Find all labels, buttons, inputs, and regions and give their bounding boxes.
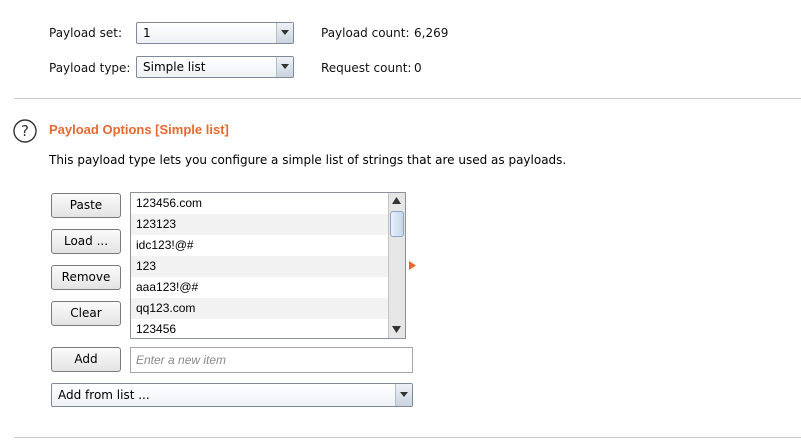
list-item[interactable]: aaa123!@# [131, 277, 388, 298]
paste-button[interactable]: Paste [51, 193, 121, 218]
section-divider [14, 98, 801, 99]
new-item-input[interactable] [131, 348, 412, 372]
payload-type-select[interactable]: Simple list [136, 56, 294, 78]
add-from-list-label: Add from list ... [58, 388, 150, 402]
add-button[interactable]: Add [51, 347, 121, 372]
svg-text:?: ? [21, 122, 29, 140]
list-item[interactable]: 123 [131, 256, 388, 277]
add-from-list-select[interactable]: Add from list ... [51, 383, 413, 407]
clear-button[interactable]: Clear [51, 301, 121, 326]
load-button[interactable]: Load ... [51, 229, 121, 254]
section-description: This payload type lets you configure a s… [49, 153, 567, 167]
chevron-down-icon[interactable] [276, 57, 293, 77]
scroll-down-icon[interactable] [392, 326, 401, 334]
chevron-down-icon[interactable] [276, 23, 293, 43]
payload-type-label: Payload type: [49, 61, 131, 75]
list-item[interactable]: 123456 [131, 319, 388, 338]
section-title: Payload Options [Simple list] [49, 122, 229, 137]
payload-count-label: Payload count: [321, 26, 410, 40]
list-scrollbar[interactable] [388, 193, 405, 338]
scroll-up-icon[interactable] [392, 197, 401, 205]
help-icon[interactable]: ? [13, 119, 37, 143]
list-item[interactable]: qq123.com [131, 298, 388, 319]
collapse-arrow-icon[interactable] [409, 261, 416, 270]
payload-list[interactable]: 123456.com 123123 idc123!@# 123 aaa123!@… [130, 192, 406, 339]
request-count-value: 0 [414, 61, 422, 75]
section-divider-bottom [14, 437, 801, 438]
payload-set-value: 1 [143, 26, 151, 40]
scrollbar-thumb[interactable] [390, 211, 404, 237]
payload-set-label: Payload set: [49, 26, 122, 40]
new-item-input-wrapper [130, 347, 413, 373]
list-item[interactable]: 123123 [131, 214, 388, 235]
list-item[interactable]: 123456.com [131, 193, 388, 214]
payload-count-value: 6,269 [414, 26, 449, 40]
payload-type-value: Simple list [143, 60, 206, 74]
remove-button[interactable]: Remove [51, 265, 121, 290]
payload-set-select[interactable]: 1 [136, 22, 294, 44]
chevron-down-icon[interactable] [395, 384, 412, 406]
request-count-label: Request count: [321, 61, 412, 75]
list-item[interactable]: idc123!@# [131, 235, 388, 256]
